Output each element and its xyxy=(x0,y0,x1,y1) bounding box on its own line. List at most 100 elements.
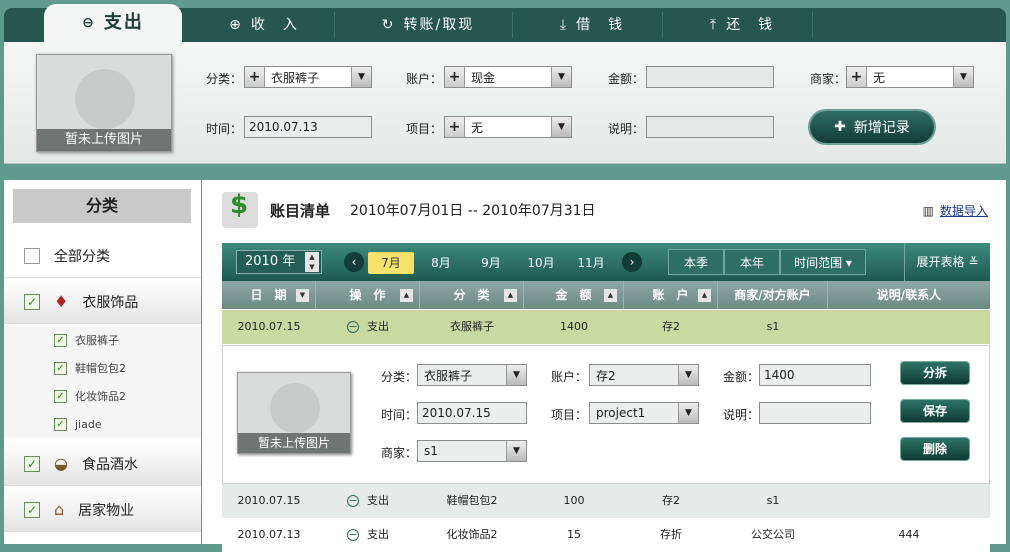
ledger-range: 2010年07月01日 -- 2010年07月31日 xyxy=(350,203,596,219)
money-icon: $ xyxy=(222,190,258,228)
sort-icon[interactable]: ▲ xyxy=(400,289,413,302)
sidebar-subitem[interactable]: ✓ 鞋帽包包2 xyxy=(4,354,201,382)
add-icon[interactable]: + xyxy=(847,67,867,87)
chevron-down-icon[interactable]: ▼ xyxy=(551,117,571,137)
sort-icon[interactable]: ▲ xyxy=(698,289,711,302)
cell-operation[interactable]: − 支出 xyxy=(316,310,420,344)
checkbox-icon[interactable]: ✓ xyxy=(54,361,67,375)
column-operation[interactable]: 操 作 ▲ xyxy=(316,281,420,309)
sidebar-subitem[interactable]: ✓ 衣服裤子 xyxy=(4,326,201,354)
month-tab[interactable]: 8月 xyxy=(418,252,464,274)
add-icon[interactable]: + xyxy=(445,117,465,137)
chevron-down-icon[interactable]: ▼ xyxy=(678,403,698,423)
sidebar-subitem[interactable]: ✓ 化妆饰品2 xyxy=(4,382,201,410)
amount-input[interactable]: 1400 xyxy=(759,364,871,386)
chevron-down-icon[interactable]: ▼ xyxy=(678,365,698,385)
prev-month-button[interactable]: ‹ xyxy=(344,252,364,272)
checkbox-icon[interactable]: ✓ xyxy=(54,417,67,431)
checkbox-icon[interactable]: ✓ xyxy=(24,455,40,472)
cell-amount: 1400 xyxy=(560,320,588,333)
amount-input[interactable] xyxy=(646,66,774,88)
project-select[interactable]: + 无 ▼ xyxy=(444,116,572,138)
chevron-down-icon[interactable]: ▼ xyxy=(551,67,571,87)
tab-repay[interactable]: ⤒ 还 钱 xyxy=(672,8,812,42)
sidebar-header: 分类 xyxy=(13,189,191,223)
checkbox-icon[interactable]: ✓ xyxy=(24,247,40,264)
time-input[interactable]: 2010.07.15 xyxy=(417,402,527,424)
checkbox-icon[interactable]: ✓ xyxy=(24,293,40,310)
chevron-down-icon[interactable]: ▼ xyxy=(506,365,526,385)
year-stepper[interactable]: 2010 年 ▲ ▼ xyxy=(236,250,322,274)
cell-operation[interactable]: − 支出 xyxy=(316,484,420,518)
account-select[interactable]: 存2 ▼ xyxy=(589,364,699,386)
tab-expense-label: 支出 xyxy=(103,12,144,33)
column-category[interactable]: 分 类 ▲ xyxy=(420,281,524,309)
add-record-button[interactable]: ✚ 新增记录 xyxy=(810,111,934,143)
cell-operation-label: 支出 xyxy=(367,320,389,333)
category-value: 衣服裤子 xyxy=(271,70,320,85)
checkbox-icon[interactable]: ✓ xyxy=(54,389,67,403)
project-label: 项目： xyxy=(551,408,588,422)
sort-icon[interactable]: ▲ xyxy=(604,289,617,302)
photo-placeholder[interactable]: 暂未上传图片 xyxy=(36,54,172,152)
time-range-button[interactable]: 时间范围 ▾ xyxy=(780,249,866,275)
sidebar-item-clothing[interactable]: ✓ ♦ 衣服饰品 xyxy=(4,280,201,324)
this-season-button[interactable]: 本季 xyxy=(668,249,724,275)
sidebar-subitem[interactable]: ✓ jiade xyxy=(4,410,201,438)
cell-note xyxy=(828,484,990,518)
stepper-arrows-icon[interactable]: ▲ ▼ xyxy=(305,252,319,272)
column-date[interactable]: 日 期 ▼ xyxy=(222,281,316,309)
column-account[interactable]: 账 户 ▲ xyxy=(624,281,718,309)
chevron-down-icon[interactable]: ▼ xyxy=(953,67,973,87)
this-year-button[interactable]: 本年 xyxy=(724,249,780,275)
sidebar-item-label: 居家物业 xyxy=(78,502,135,519)
account-select[interactable]: + 现金 ▼ xyxy=(444,66,572,88)
sort-icon[interactable]: ▲ xyxy=(504,289,517,302)
cell-date: 2010.07.15 xyxy=(237,320,301,333)
cell-operation[interactable]: − 支出 xyxy=(316,518,420,552)
column-label: 金 额 xyxy=(555,288,592,302)
category-select[interactable]: 衣服裤子 ▼ xyxy=(417,364,527,386)
tab-expense[interactable]: ⊖ 支出 xyxy=(44,4,182,42)
checkbox-icon[interactable]: ✓ xyxy=(24,501,40,518)
photo-placeholder[interactable]: 暂未上传图片 xyxy=(237,372,351,454)
sidebar-item-all[interactable]: ✓ 全部分类 xyxy=(4,234,201,278)
merchant-select[interactable]: + 无 ▼ xyxy=(846,66,974,88)
sort-icon[interactable]: ▼ xyxy=(296,289,309,302)
sidebar-item-food[interactable]: ✓ ◒ 食品酒水 xyxy=(4,442,201,486)
table-row[interactable]: 2010.07.15 − 支出 衣服裤子 1400 存2 s1 xyxy=(222,310,990,344)
checkbox-icon[interactable]: ✓ xyxy=(54,333,67,347)
import-data-link[interactable]: ▥ 数据导入 xyxy=(923,202,988,219)
add-icon[interactable]: + xyxy=(245,67,265,87)
split-button[interactable]: 分拆 xyxy=(901,362,969,384)
sidebar-subitem-label: jiade xyxy=(75,417,102,431)
tab-transfer[interactable]: ↻ 转账/取现 xyxy=(344,8,512,42)
project-select[interactable]: project1 ▼ xyxy=(589,402,699,424)
column-label: 操 作 xyxy=(349,288,386,302)
table-row[interactable]: 2010.07.15 − 支出 鞋帽包包2 100 存2 s1 xyxy=(222,484,990,518)
month-tab[interactable]: 11月 xyxy=(568,252,614,274)
category-select[interactable]: + 衣服裤子 ▼ xyxy=(244,66,372,88)
cell-merchant: s1 xyxy=(766,320,780,333)
add-icon[interactable]: + xyxy=(445,67,465,87)
cell-amount: 15 xyxy=(567,528,581,541)
column-amount[interactable]: 金 额 ▲ xyxy=(524,281,624,309)
month-tab[interactable]: 10月 xyxy=(518,252,564,274)
chevron-down-icon[interactable]: ▼ xyxy=(506,441,526,461)
time-input[interactable]: 2010.07.13 xyxy=(244,116,372,138)
month-tab[interactable]: 7月 xyxy=(368,252,414,274)
sidebar-item-home[interactable]: ✓ ⌂ 居家物业 xyxy=(4,488,201,532)
save-button[interactable]: 保存 xyxy=(901,400,969,422)
next-month-button[interactable]: › xyxy=(622,252,642,272)
expand-table-button[interactable]: 展开表格 ≚ xyxy=(904,243,990,281)
table-row[interactable]: 2010.07.13 − 支出 化妆饰品2 15 存折 公交公司 444 xyxy=(222,518,990,552)
month-tab[interactable]: 9月 xyxy=(468,252,514,274)
chevron-down-icon[interactable]: ▼ xyxy=(351,67,371,87)
note-input[interactable] xyxy=(646,116,774,138)
category-value: 衣服裤子 xyxy=(424,368,473,383)
tab-income[interactable]: ⊕ 收 入 xyxy=(194,8,334,42)
merchant-select[interactable]: s1 ▼ xyxy=(417,440,527,462)
delete-button[interactable]: 删除 xyxy=(901,438,969,460)
note-input[interactable] xyxy=(759,402,871,424)
tab-borrow[interactable]: ⤓ 借 钱 xyxy=(522,8,662,42)
